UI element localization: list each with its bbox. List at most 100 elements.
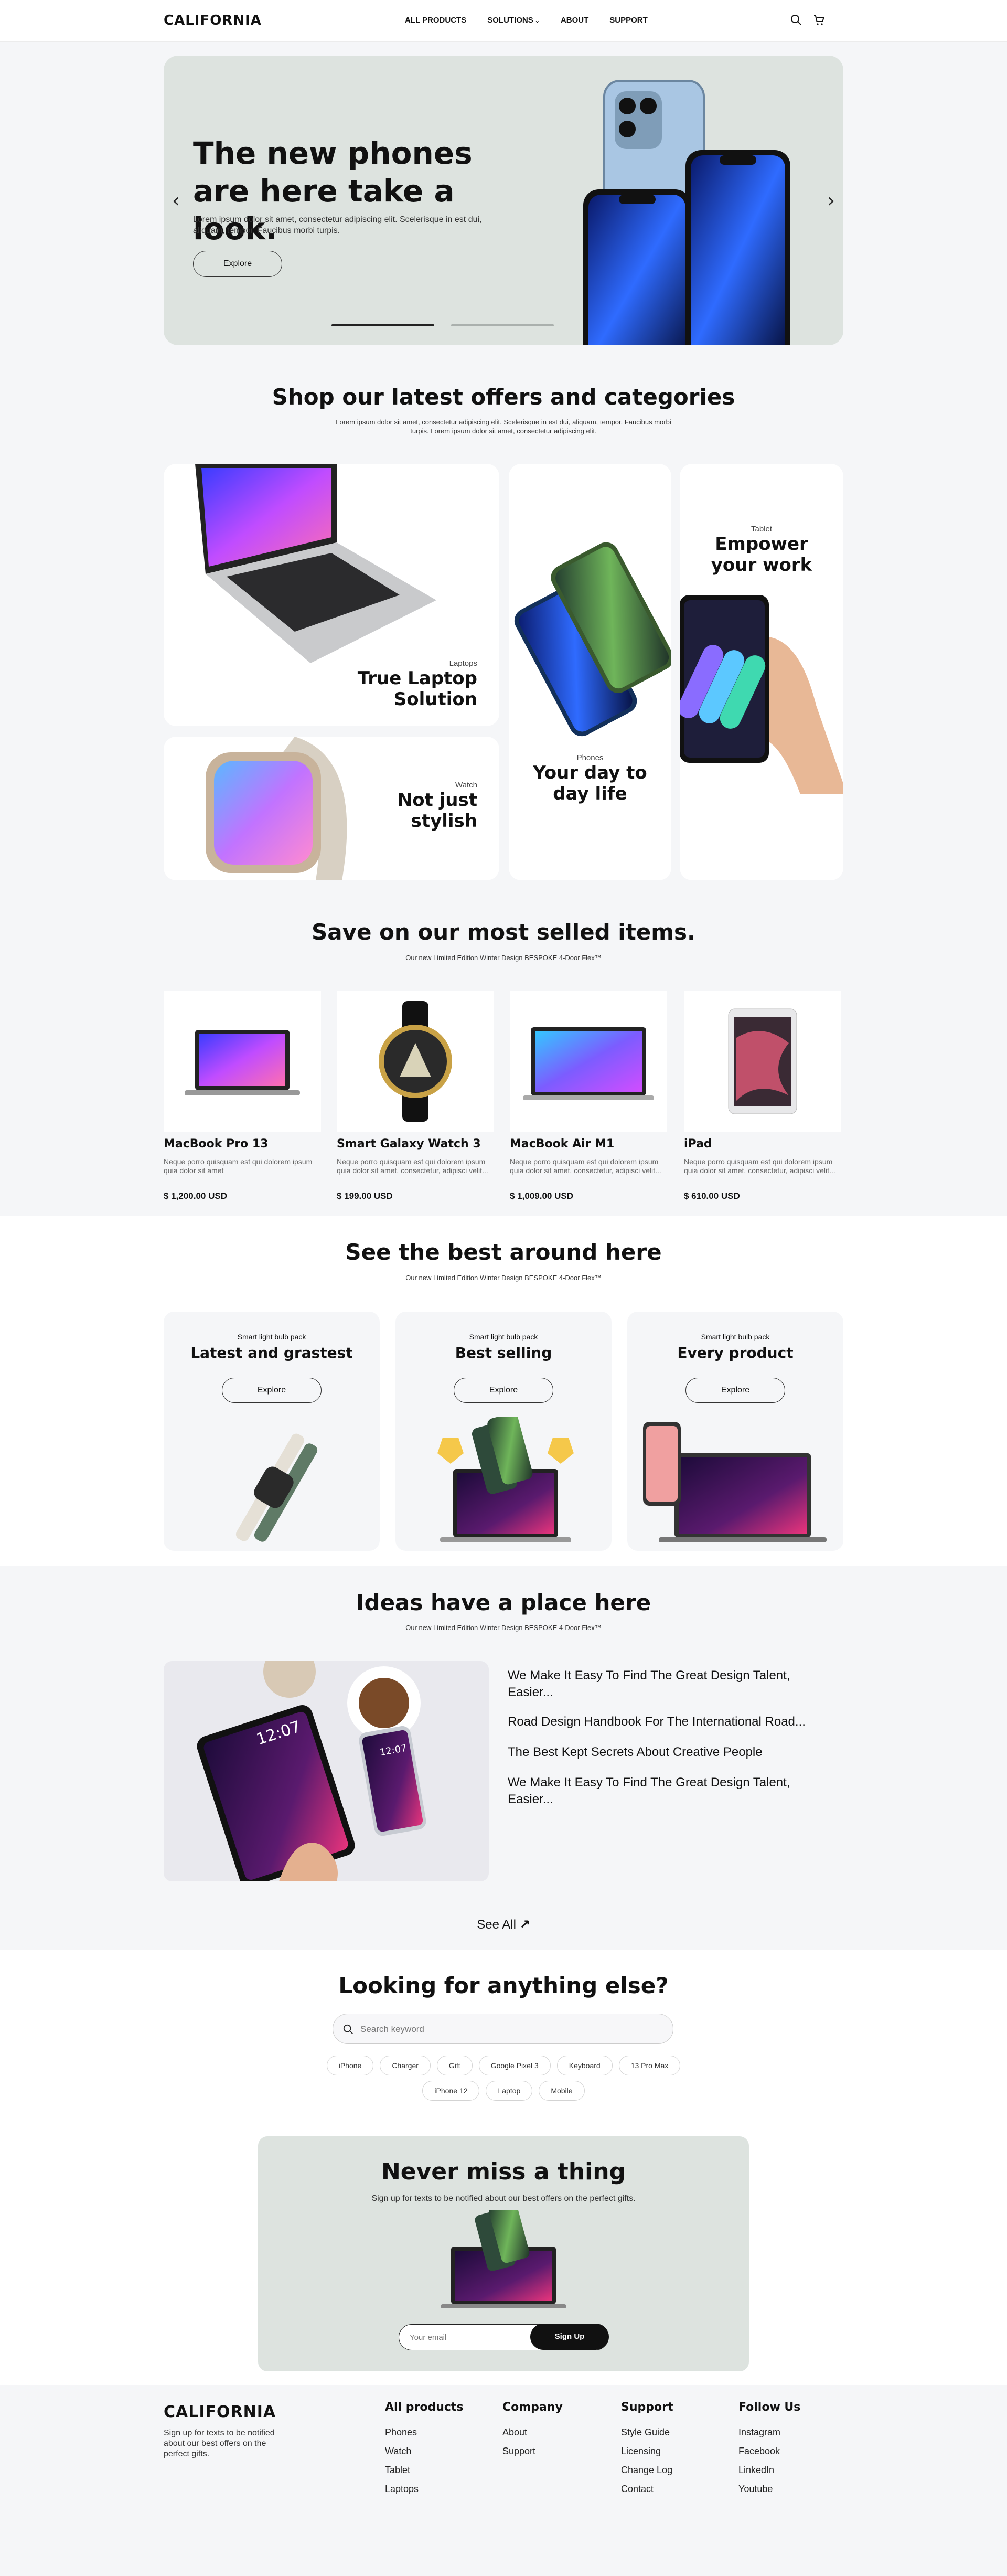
chevron-right-icon[interactable]: › bbox=[828, 190, 835, 211]
watches-image bbox=[235, 1433, 318, 1542]
laptop-image bbox=[195, 464, 436, 663]
tag-chip[interactable]: Laptop bbox=[486, 2081, 533, 2101]
product-description: Neque porro quisquam est qui dolorem ips… bbox=[684, 1157, 835, 1175]
product-price: $ 610.00 USD bbox=[684, 1191, 740, 1201]
see-all-link[interactable]: See All ↗ bbox=[0, 1917, 1007, 1932]
footer-link[interactable]: Facebook bbox=[738, 2446, 780, 2457]
search-title: Looking for anything else? bbox=[338, 1973, 669, 1998]
tag-chip[interactable]: iPhone bbox=[326, 2056, 374, 2075]
newsletter-image bbox=[441, 2210, 566, 2308]
main-nav: ALL PRODUCTS SOLUTIONS ⌄ ABOUT SUPPORT bbox=[405, 16, 669, 25]
tag-chip[interactable]: Mobile bbox=[539, 2081, 585, 2101]
nav-about[interactable]: ABOUT bbox=[561, 16, 588, 25]
footer-column-title: All products bbox=[385, 2401, 464, 2414]
product-name: MacBook Pro 13 bbox=[164, 1137, 269, 1151]
best-sellers-subtitle: Our new Limited Edition Winter Design BE… bbox=[405, 954, 602, 962]
logo[interactable]: CALIFORNIA bbox=[164, 13, 262, 28]
article-link[interactable]: Road Design Handbook For The Internation… bbox=[508, 1713, 833, 1730]
tag-chip[interactable]: Google Pixel 3 bbox=[478, 2056, 551, 2075]
nav-solutions[interactable]: SOLUTIONS ⌄ bbox=[487, 16, 540, 25]
footer-link[interactable]: Instagram bbox=[738, 2427, 780, 2438]
product-image bbox=[684, 991, 841, 1132]
category-title: Not just stylish bbox=[397, 790, 477, 832]
category-card-phones[interactable]: Phones Your day to day life bbox=[509, 464, 671, 880]
footer-logo[interactable]: CALIFORNIA bbox=[164, 2403, 276, 2421]
footer-column-title: Follow Us bbox=[738, 2401, 801, 2414]
see-all-label: See All bbox=[477, 1918, 516, 1932]
newsletter-subtitle: Sign up for texts to be notified about o… bbox=[371, 2194, 636, 2203]
footer-tagline: Sign up for texts to be notified about o… bbox=[164, 2429, 275, 2458]
product-price: $ 1,200.00 USD bbox=[164, 1191, 227, 1201]
tablet-image bbox=[680, 595, 843, 794]
footer-link[interactable]: Youtube bbox=[738, 2484, 773, 2495]
article-link[interactable]: We Make It Easy To Find The Great Design… bbox=[508, 1774, 833, 1808]
tag-row: iPhone Charger Gift Google Pixel 3 Keyboard 1… bbox=[0, 2056, 1007, 2075]
search-input[interactable] bbox=[360, 2020, 659, 2038]
footer-link[interactable]: Watch bbox=[385, 2446, 411, 2457]
tag-chip[interactable]: Charger bbox=[380, 2056, 431, 2075]
product-name: iPad bbox=[684, 1137, 712, 1151]
collection-explore-button[interactable]: Explore bbox=[454, 1378, 553, 1403]
newsletter-card: Never miss a thing Sign up for texts to … bbox=[258, 2136, 749, 2371]
footer-column-title: Support bbox=[621, 2401, 673, 2414]
nav-support[interactable]: SUPPORT bbox=[609, 16, 648, 25]
footer-link[interactable]: Laptops bbox=[385, 2484, 419, 2495]
article-link[interactable]: We Make It Easy To Find The Great Design… bbox=[508, 1667, 833, 1701]
search-icon[interactable] bbox=[790, 14, 802, 26]
watch-image bbox=[206, 737, 347, 880]
email-field[interactable] bbox=[410, 2330, 525, 2345]
category-label: Tablet bbox=[751, 525, 773, 534]
footer-link[interactable]: Contact bbox=[621, 2484, 654, 2495]
category-title: Empower your work bbox=[711, 534, 812, 576]
sign-up-button[interactable]: Sign Up bbox=[530, 2324, 609, 2350]
footer-link[interactable]: Phones bbox=[385, 2427, 417, 2438]
product-image bbox=[164, 991, 321, 1132]
cart-icon[interactable] bbox=[813, 14, 826, 26]
footer-link[interactable]: Licensing bbox=[621, 2446, 661, 2457]
slide-indicator[interactable] bbox=[451, 324, 554, 326]
footer-link[interactable]: Tablet bbox=[385, 2465, 410, 2476]
tag-chip[interactable]: Gift bbox=[436, 2056, 473, 2075]
collection-explore-button[interactable]: Explore bbox=[685, 1378, 785, 1403]
category-card-watch[interactable]: Watch Not just stylish bbox=[164, 737, 499, 880]
newsletter-title: Never miss a thing bbox=[381, 2158, 626, 2185]
chevron-left-icon[interactable]: ‹ bbox=[172, 190, 179, 211]
article-link[interactable]: The Best Kept Secrets About Creative Peo… bbox=[508, 1744, 833, 1761]
laptop-phones-image bbox=[437, 1417, 574, 1542]
category-card-laptops[interactable]: Laptops True Laptop Solution bbox=[164, 464, 499, 726]
email-form: Sign Up bbox=[399, 2324, 609, 2350]
footer-link[interactable]: Change Log bbox=[621, 2465, 672, 2476]
tag-chip[interactable]: Keyboard bbox=[556, 2056, 613, 2075]
hero-banner: The new phones are here take a look. Lor… bbox=[164, 56, 843, 345]
slide-indicator-active[interactable] bbox=[331, 324, 434, 326]
around-title: See the best around here bbox=[345, 1239, 662, 1265]
offers-title: Shop our latest offers and categories bbox=[272, 384, 735, 410]
nav-all-products[interactable]: ALL PRODUCTS bbox=[405, 16, 466, 25]
product-image bbox=[337, 991, 494, 1132]
tag-chip[interactable]: iPhone 12 bbox=[422, 2081, 480, 2101]
category-label: Laptops bbox=[449, 659, 477, 668]
collection-card: Smart light bulb pack Latest and grastes… bbox=[164, 1312, 380, 1551]
collection-title: Best selling bbox=[455, 1344, 552, 1361]
product-price: $ 199.00 USD bbox=[337, 1191, 393, 1201]
nav-solutions-label: SOLUTIONS bbox=[487, 16, 533, 25]
product-price: $ 1,009.00 USD bbox=[510, 1191, 573, 1201]
ideas-title: Ideas have a place here bbox=[356, 1590, 651, 1615]
tag-chip[interactable]: 13 Pro Max bbox=[618, 2056, 681, 2075]
collection-label: Smart light bulb pack bbox=[237, 1333, 306, 1341]
footer-link[interactable]: LinkedIn bbox=[738, 2465, 774, 2476]
hero-explore-button[interactable]: Explore bbox=[193, 251, 282, 277]
header: CALIFORNIA ALL PRODUCTS SOLUTIONS ⌄ ABOUT… bbox=[0, 0, 1007, 42]
best-sellers-title: Save on our most selled items. bbox=[312, 919, 695, 945]
footer-link[interactable]: Support bbox=[502, 2446, 535, 2457]
search-bar[interactable] bbox=[333, 2014, 673, 2044]
footer-link[interactable]: Style Guide bbox=[621, 2427, 670, 2438]
collection-card: Smart light bulb pack Best selling Explo… bbox=[395, 1312, 612, 1551]
category-card-tablet[interactable]: Tablet Empower your work bbox=[680, 464, 843, 880]
collection-title: Latest and grastest bbox=[190, 1344, 353, 1361]
arrow-up-right-icon: ↗ bbox=[519, 1917, 530, 1932]
footer-link[interactable]: About bbox=[502, 2427, 527, 2438]
collection-explore-button[interactable]: Explore bbox=[222, 1378, 322, 1403]
collection-card: Smart light bulb pack Every product Expl… bbox=[627, 1312, 843, 1551]
offers-subtitle: Lorem ipsum dolor sit amet, consectetur … bbox=[336, 418, 671, 435]
